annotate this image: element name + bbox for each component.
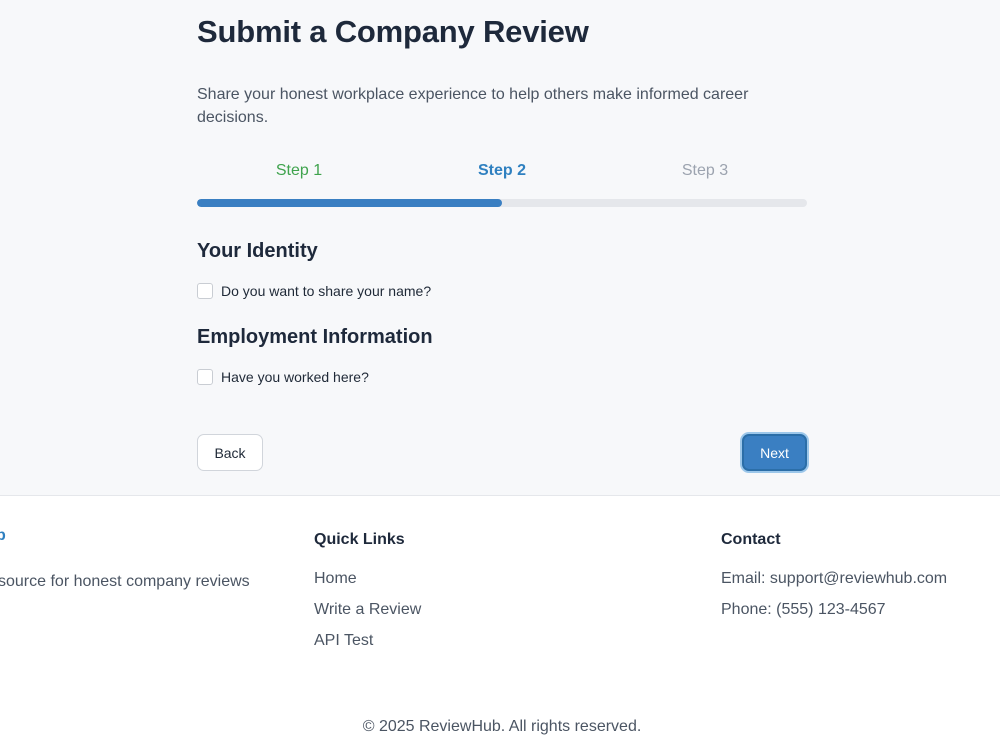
- step-2-label: Step 2: [477, 162, 526, 179]
- back-button[interactable]: Back: [197, 434, 263, 471]
- contact-email: Email: support@reviewhub.com: [721, 570, 948, 587]
- copyright-text: © 2025 ReviewHub. All rights reserved.: [362, 718, 642, 735]
- step-indicator: Step 1 Step 2 Step 3: [197, 162, 807, 182]
- page-subtitle: Share your honest workplace experience t…: [197, 86, 749, 126]
- progress-fill: [197, 199, 502, 207]
- progress-bar: [197, 199, 807, 207]
- footer-link-home[interactable]: Home: [314, 570, 421, 601]
- footer-tagline: source for honest company reviews: [0, 573, 250, 590]
- site-footer: b source for honest company reviews Quic…: [0, 495, 1000, 750]
- contact-list: Email: support@reviewhub.com Phone: (555…: [721, 570, 947, 632]
- employment-section-heading: Employment Information: [197, 326, 433, 348]
- share-name-option[interactable]: Do you want to share your name?: [197, 283, 431, 299]
- step-1-label: Step 1: [275, 162, 323, 179]
- review-form-area: Submit a Company Review Share your hones…: [0, 0, 1000, 495]
- contact-phone: Phone: (555) 123-4567: [721, 601, 886, 618]
- quick-links-heading: Quick Links: [314, 531, 405, 548]
- step-3-label: Step 3: [681, 162, 729, 179]
- share-name-label: Do you want to share your name?: [221, 283, 432, 299]
- footer-link-write-review[interactable]: Write a Review: [314, 601, 421, 632]
- footer-brand: b: [0, 527, 6, 544]
- identity-section-heading: Your Identity: [197, 240, 318, 262]
- worked-here-label: Have you worked here?: [221, 369, 369, 385]
- worked-here-option[interactable]: Have you worked here?: [197, 369, 369, 385]
- next-button[interactable]: Next: [742, 434, 807, 471]
- footer-link-api-test[interactable]: API Test: [314, 632, 421, 663]
- worked-here-checkbox[interactable]: [197, 369, 213, 385]
- page-title: Submit a Company Review: [197, 14, 589, 49]
- share-name-checkbox[interactable]: [197, 283, 213, 299]
- quick-links-list: Home Write a Review API Test: [314, 570, 421, 663]
- contact-heading: Contact: [721, 531, 781, 548]
